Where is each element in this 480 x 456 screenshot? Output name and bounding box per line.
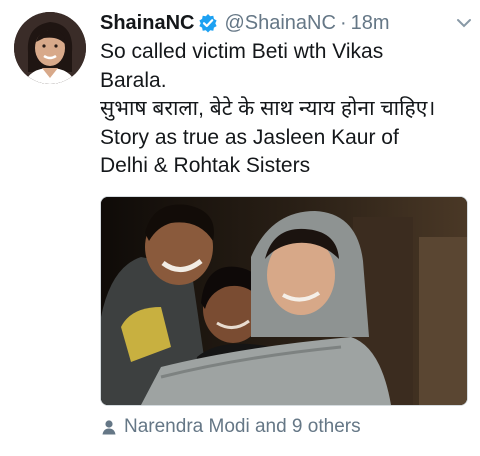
- separator-dot: ·: [339, 11, 347, 34]
- likers-row[interactable]: Narendra Modi and 9 others: [102, 414, 361, 440]
- photo-image: [101, 197, 467, 405]
- likers-text[interactable]: Narendra Modi and 9 others: [124, 416, 361, 438]
- tweet-text-line: Barala.: [100, 68, 167, 92]
- display-name[interactable]: ShainaNC: [100, 12, 194, 35]
- chevron-down-icon[interactable]: [456, 16, 472, 28]
- timestamp[interactable]: 18m: [351, 12, 390, 35]
- tweet-text-line: Story as true as Jasleen Kaur of: [100, 125, 399, 149]
- tweet-photo[interactable]: [100, 196, 468, 406]
- person-icon: [102, 419, 116, 435]
- tweet-header: ShainaNC @ShainaNC · 18m: [100, 8, 464, 38]
- avatar[interactable]: [14, 12, 86, 84]
- tweet-text-line: So called victim Beti wth Vikas: [100, 40, 384, 63]
- tweet-text: So called victim Beti wth Vikas Barala. …: [100, 38, 470, 181]
- tweet-text-line: सुभाष बराला, बेटे के साथ न्याय होना चाहि…: [100, 97, 436, 120]
- user-handle[interactable]: @ShainaNC: [224, 12, 335, 35]
- tweet-text-line: Delhi & Rohtak Sisters: [100, 154, 311, 177]
- verified-badge-icon: [198, 13, 218, 33]
- avatar-image: [14, 12, 86, 84]
